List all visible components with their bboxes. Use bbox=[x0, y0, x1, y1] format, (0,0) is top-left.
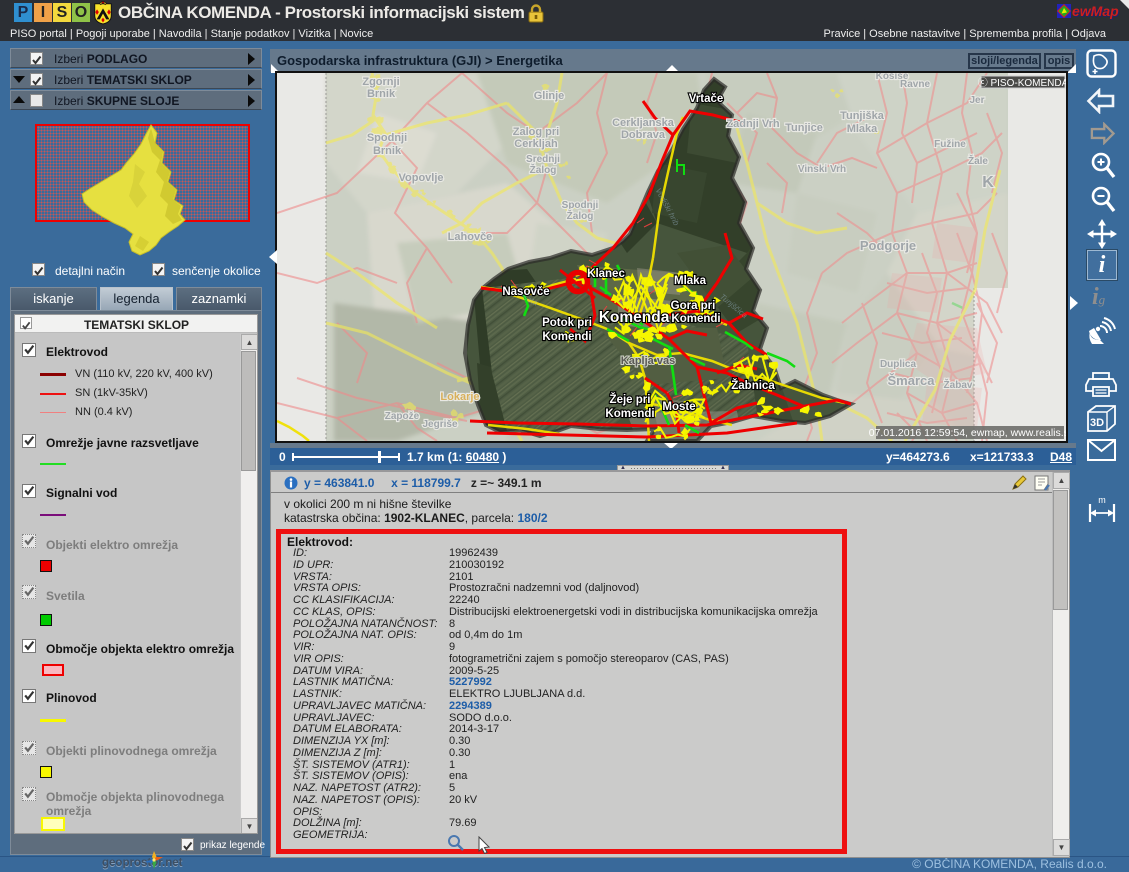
svg-text:Žale: Žale bbox=[968, 154, 988, 167]
svg-text:Duplica: Duplica bbox=[880, 359, 917, 370]
svg-text:Lahovče: Lahovče bbox=[448, 231, 493, 243]
svg-text:Ravne: Ravne bbox=[900, 79, 930, 90]
svg-text:Žalog: Žalog bbox=[530, 163, 557, 176]
svg-text:Nasovče: Nasovče bbox=[502, 286, 549, 298]
svg-text:Kaplja vas: Kaplja vas bbox=[621, 355, 675, 367]
svg-text:Žalog: Žalog bbox=[567, 209, 594, 222]
svg-text:Vinski Vrh: Vinski Vrh bbox=[798, 164, 846, 175]
svg-text:Cerkljanska: Cerkljanska bbox=[612, 117, 675, 129]
svg-text:Potok pri: Potok pri bbox=[542, 317, 592, 329]
svg-text:Moste: Moste bbox=[662, 401, 695, 413]
svg-text:Mlaka: Mlaka bbox=[674, 275, 707, 287]
svg-text:Vopovlje: Vopovlje bbox=[398, 172, 443, 184]
svg-text:m: m bbox=[1098, 495, 1106, 505]
svg-text:Dobrava: Dobrava bbox=[621, 129, 666, 141]
svg-text:Zapože: Zapože bbox=[385, 411, 420, 422]
svg-text:Komenda: Komenda bbox=[599, 309, 670, 326]
svg-text:Fužine: Fužine bbox=[934, 139, 966, 150]
svg-text:Klanec: Klanec bbox=[587, 268, 625, 280]
svg-text:Komendi: Komendi bbox=[542, 331, 591, 343]
svg-text:Komendi: Komendi bbox=[671, 313, 720, 325]
svg-text:Srednji: Srednji bbox=[526, 154, 560, 165]
svg-text:3D: 3D bbox=[1090, 417, 1104, 429]
svg-text:Jer: Jer bbox=[969, 95, 984, 106]
svg-text:07.01.2016 12:59:54, ewmap, ww: 07.01.2016 12:59:54, ewmap, www.realis.s… bbox=[869, 427, 1066, 439]
svg-text:Cerkljah: Cerkljah bbox=[514, 138, 558, 150]
svg-text:Gora pri: Gora pri bbox=[671, 300, 716, 312]
svg-text:Komendi: Komendi bbox=[605, 408, 654, 420]
svg-text:Spodnji: Spodnji bbox=[367, 132, 407, 144]
svg-text:Lokarje: Lokarje bbox=[440, 391, 479, 403]
svg-text:Tunjice: Tunjice bbox=[785, 122, 823, 134]
svg-text:Brnik: Brnik bbox=[373, 145, 402, 157]
svg-text:Podgorje: Podgorje bbox=[860, 238, 916, 253]
svg-text:Jegriše: Jegriše bbox=[422, 419, 457, 430]
svg-text:Vrtače: Vrtače bbox=[689, 93, 724, 105]
svg-text:ⓒ PISO-KOMENDA: ⓒ PISO-KOMENDA bbox=[978, 77, 1066, 89]
svg-text:Spodnji: Spodnji bbox=[562, 200, 599, 211]
svg-text:Žeje pri: Žeje pri bbox=[610, 393, 651, 406]
svg-text:Žabnica: Žabnica bbox=[731, 379, 775, 392]
svg-text:Zadnji Vrh: Zadnji Vrh bbox=[726, 118, 779, 130]
svg-text:Glinje: Glinje bbox=[534, 90, 565, 102]
svg-text:Žabav: Žabav bbox=[944, 378, 973, 391]
svg-text:K: K bbox=[982, 174, 994, 191]
svg-text:Mlaka: Mlaka bbox=[847, 123, 878, 135]
svg-text:Zalog pri: Zalog pri bbox=[513, 126, 559, 138]
svg-text:Šmarca: Šmarca bbox=[888, 373, 936, 388]
svg-text:Brnik: Brnik bbox=[367, 88, 396, 100]
svg-text:Tunjiška: Tunjiška bbox=[840, 110, 885, 122]
svg-text:Zgornji: Zgornji bbox=[362, 76, 399, 88]
